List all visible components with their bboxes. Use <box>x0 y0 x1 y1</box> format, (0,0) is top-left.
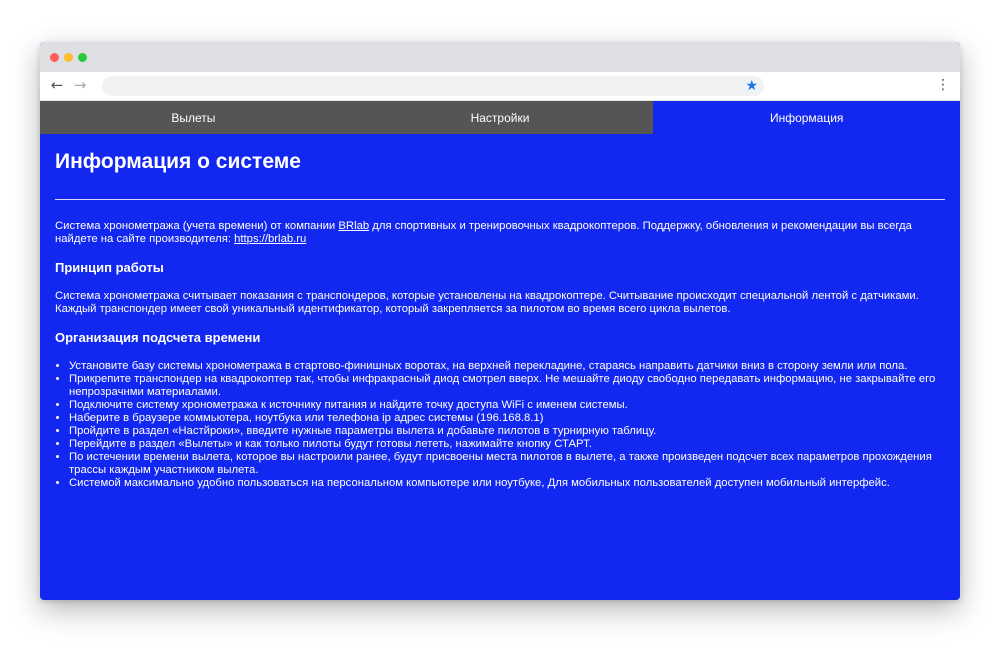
browser-window: ← → ★ ⋮ Вылеты Настройки Информация Инфо… <box>40 42 960 600</box>
back-arrow-icon[interactable]: ← <box>48 76 66 94</box>
list-item: Установите базу системы хронометража в с… <box>69 360 945 373</box>
browser-toolbar: ← → ★ ⋮ <box>40 72 960 101</box>
principle-paragraph: Система хронометража считывает показания… <box>55 290 919 315</box>
address-bar[interactable]: ★ <box>102 76 764 96</box>
intro-text-start: Система хронометража (учета времени) от … <box>55 220 339 232</box>
list-item: По истечении времени вылета, которое вы … <box>69 451 945 477</box>
steps-list: Установите базу системы хронометража в с… <box>55 360 945 490</box>
list-item: Системой максимально удобно пользоваться… <box>69 477 945 490</box>
list-item: Перейдите в раздел «Вылеты» и как только… <box>69 438 945 451</box>
tab-information[interactable]: Информация <box>653 101 960 134</box>
list-item: Пройдите в раздел «Настйроки», введите н… <box>69 425 945 438</box>
main-content: Информация о системе Система хронометраж… <box>40 134 960 490</box>
browser-menu-icon[interactable]: ⋮ <box>936 76 950 94</box>
list-item: Прикрепите транспондер на квадрокоптер т… <box>69 373 945 399</box>
title-bar <box>40 42 960 72</box>
tab-bar: Вылеты Настройки Информация <box>40 101 960 134</box>
list-item: Подключите систему хронометража к источн… <box>69 399 945 412</box>
page-title: Информация о системе <box>55 150 301 173</box>
close-window-button[interactable] <box>50 53 59 62</box>
site-link[interactable]: https://brlab.ru <box>234 233 306 245</box>
intro-paragraph: Система хронометража (учета времени) от … <box>55 220 945 246</box>
tab-flights[interactable]: Вылеты <box>40 101 347 134</box>
maximize-window-button[interactable] <box>78 53 87 62</box>
forward-arrow-icon[interactable]: → <box>71 76 89 94</box>
brand-link[interactable]: BRlab <box>338 220 369 232</box>
bookmark-star-icon[interactable]: ★ <box>745 77 758 95</box>
section-heading-principle: Принцип работы <box>55 260 164 275</box>
minimize-window-button[interactable] <box>64 53 73 62</box>
divider <box>55 199 945 200</box>
list-item: Наберите в браузере коммьютера, ноутбука… <box>69 412 945 425</box>
tab-settings[interactable]: Настройки <box>346 101 654 134</box>
section-heading-timing: Организация подсчета времени <box>55 330 261 345</box>
